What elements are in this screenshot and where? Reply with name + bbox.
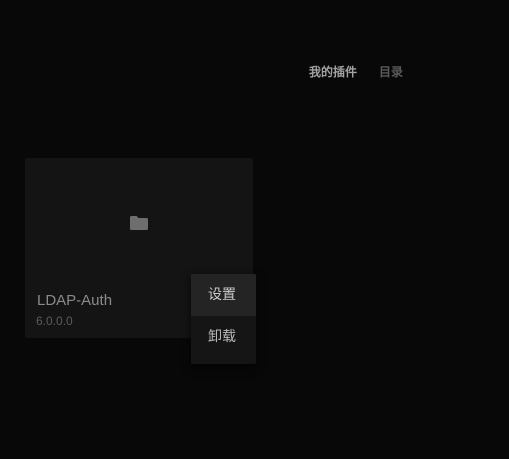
tab-catalog[interactable]: 目录	[379, 64, 403, 80]
folder-icon	[130, 215, 148, 230]
plugin-name: LDAP-Auth	[37, 292, 113, 309]
plugin-version: 6.0.0.0	[36, 314, 73, 328]
tab-my-plugins[interactable]: 我的插件	[309, 64, 357, 80]
plugin-context-menu: 设置 卸载	[191, 274, 256, 364]
uninstall-menu-item[interactable]: 卸载	[191, 316, 256, 358]
settings-menu-item[interactable]: 设置	[191, 274, 256, 316]
plugin-tabs: 我的插件 目录	[309, 64, 403, 80]
plugins-page: 我的插件 目录 LDAP-Auth 6.0.0.0 设置 卸载	[0, 0, 509, 459]
